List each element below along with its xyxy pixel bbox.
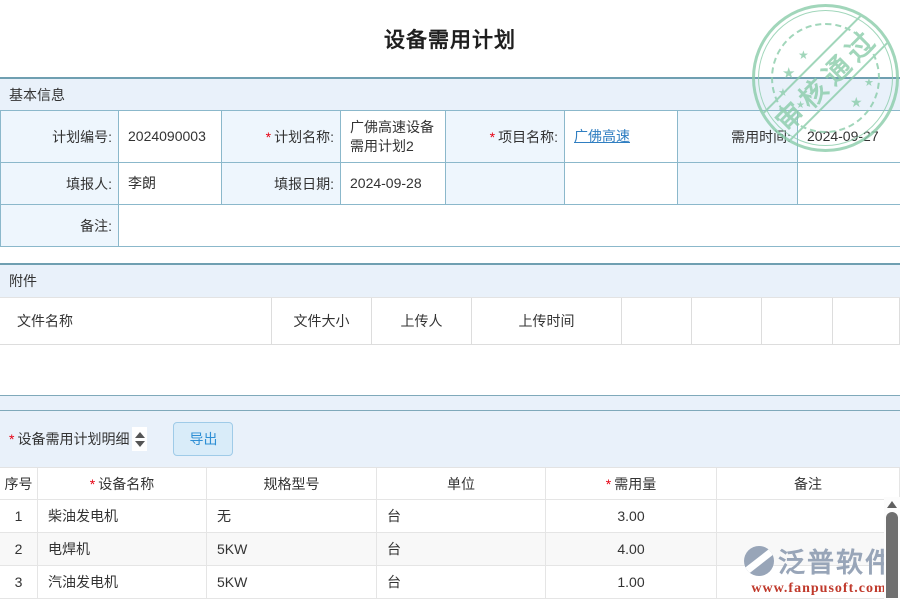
section-title-attachments: 附件 [9,271,37,291]
need-time-value: 2024-09-27 [798,111,900,163]
attach-col-upload-time: 上传时间 [472,298,622,345]
required-marker: * [9,431,14,447]
filler-value: 李朗 [119,163,222,205]
cell-unit: 台 [377,533,546,566]
sort-down-icon [135,441,145,447]
cell-spec-model: 5KW [207,533,377,566]
vertical-scrollbar[interactable] [884,497,900,600]
attach-col-empty [622,298,692,345]
filler-label: 填报人: [1,163,119,205]
plan-name-label: * 计划名称: [222,111,341,163]
title-area: 设备需用计划 [0,0,900,77]
plan-no-label: 计划编号: [1,111,119,163]
cell-required-qty: 3.00 [546,500,717,533]
remark-label: 备注: [1,205,119,247]
sort-up-icon [135,432,145,438]
empty-label-cell [446,163,565,205]
required-marker: * [90,476,95,492]
project-name-link[interactable]: 广佛高速 [574,127,630,146]
col-remark: 备注 [717,468,900,500]
table-row: 1 柴油发电机 无 台 3.00 [0,500,900,533]
vendor-watermark: 泛普软件 www.fanpusoft.com [744,541,894,597]
section-header-basic-info: 基本信息 [0,77,900,110]
attach-col-file-name: 文件名称 [0,298,272,345]
cell-unit: 台 [377,566,546,599]
export-button[interactable]: 导出 [173,422,233,456]
attachments-empty-area [0,345,900,395]
basic-info-form: 计划编号: 2024090003 * 计划名称: 广佛高速设备需用计划2 * 项… [0,110,900,247]
attach-col-empty [762,298,833,345]
empty-label-cell [678,163,798,205]
col-unit: 单位 [377,468,546,500]
remark-value [119,205,900,247]
fill-date-label: 填报日期: [222,163,341,205]
attachments-table-header: 文件名称 文件大小 上传人 上传时间 [0,297,900,345]
attach-col-empty [833,298,900,345]
col-equipment-name: * 设备名称 [38,468,207,500]
required-marker: * [266,129,271,145]
vendor-url: www.fanpusoft.com [744,581,894,597]
attach-col-empty [692,298,762,345]
cell-seq: 2 [0,533,38,566]
detail-section-bar: * 设备需用计划明细 导出 [0,411,900,467]
attach-col-uploader: 上传人 [372,298,472,345]
need-time-label: 需用时间: [678,111,798,163]
section-header-attachments: 附件 [0,263,900,297]
sort-toggle-icon[interactable] [132,427,147,451]
cell-spec-model: 无 [207,500,377,533]
spacer [0,247,900,263]
cell-unit: 台 [377,500,546,533]
divider-strip [0,395,900,411]
cell-equipment-name: 汽油发电机 [38,566,207,599]
scrollbar-up-arrow-icon[interactable] [887,501,897,508]
vendor-brand-row: 泛普软件 [744,541,894,580]
fill-date-value: 2024-09-28 [341,163,446,205]
vendor-brand-name: 泛普软件 [778,541,894,580]
project-name-value: 广佛高速 [565,111,678,163]
col-required-qty: * 需用量 [546,468,717,500]
attach-col-file-size: 文件大小 [272,298,372,345]
cell-spec-model: 5KW [207,566,377,599]
plan-name-value: 广佛高速设备需用计划2 [341,111,446,163]
cell-equipment-name: 柴油发电机 [38,500,207,533]
vendor-logo-icon [744,546,774,576]
empty-value-cell [565,163,678,205]
cell-required-qty: 1.00 [546,566,717,599]
required-marker: * [606,476,611,492]
col-spec-model: 规格型号 [207,468,377,500]
section-title-basic-info: 基本信息 [9,85,65,105]
detail-section-title: 设备需用计划明细 [17,429,129,449]
detail-table-header: 序号 * 设备名称 规格型号 单位 * 需用量 备注 [0,467,900,500]
cell-seq: 3 [0,566,38,599]
required-marker: * [490,129,495,145]
project-name-label: * 项目名称: [446,111,565,163]
col-seq: 序号 [0,468,38,500]
scrollbar-thumb[interactable] [886,512,898,598]
cell-remark [717,500,900,533]
empty-value-cell [798,163,900,205]
cell-seq: 1 [0,500,38,533]
cell-equipment-name: 电焊机 [38,533,207,566]
plan-no-value: 2024090003 [119,111,222,163]
cell-required-qty: 4.00 [546,533,717,566]
page-title: 设备需用计划 [384,24,516,54]
equipment-requirement-plan-page: 设备需用计划 基本信息 计划编号: 2024090003 * 计划名称: 广佛高… [0,0,900,600]
